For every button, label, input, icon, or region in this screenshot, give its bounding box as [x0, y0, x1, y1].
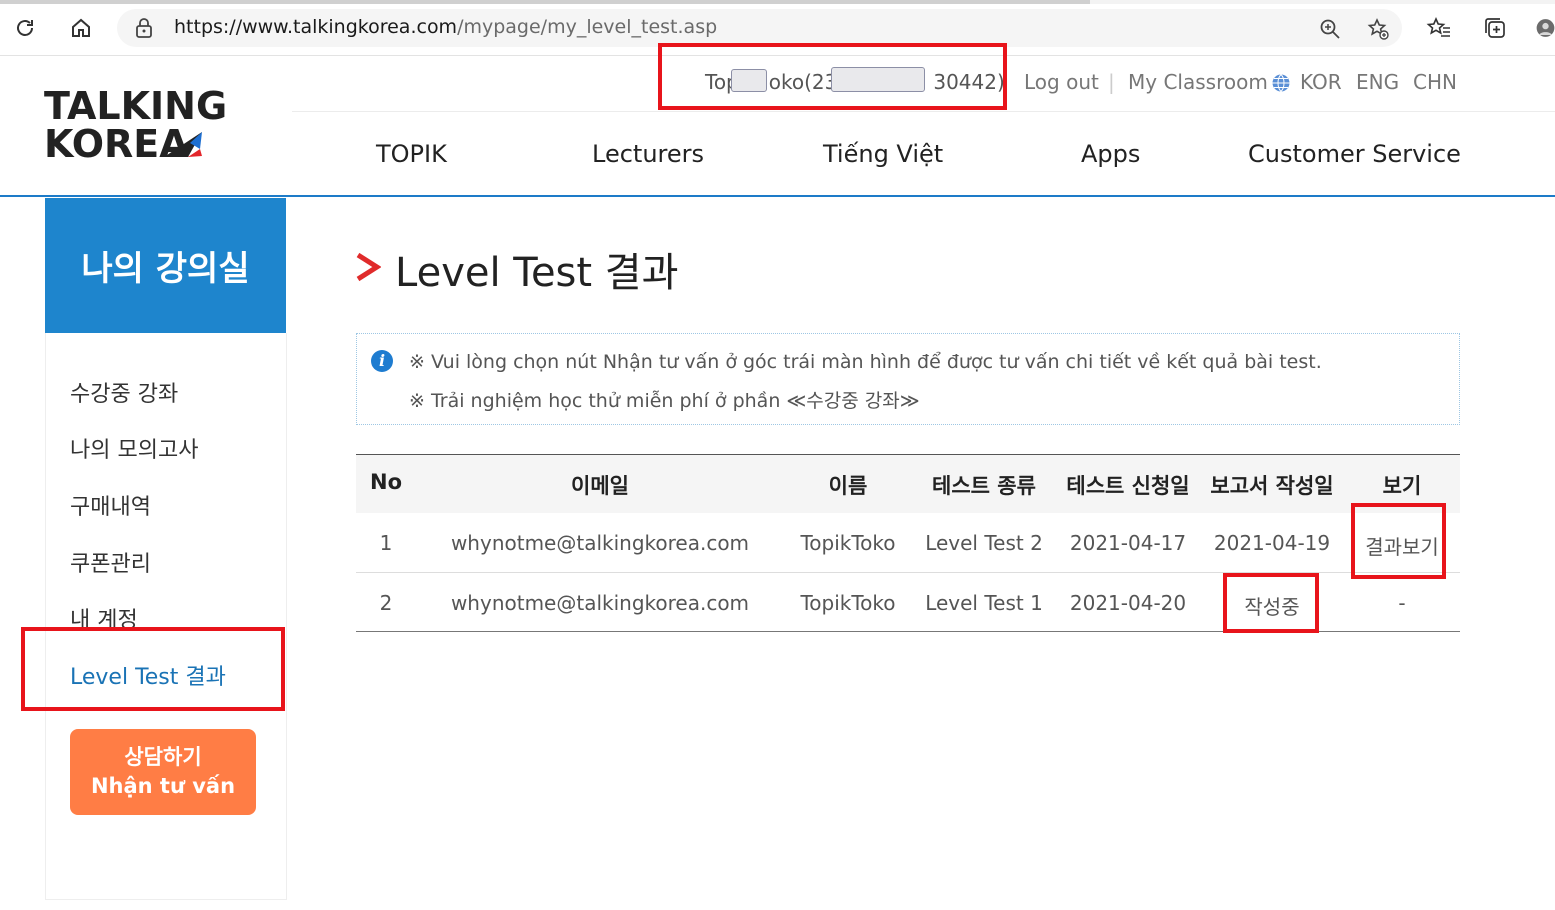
sidebar-item-purchases[interactable]: 구매내역 [70, 489, 151, 521]
profile-avatar[interactable] [1536, 13, 1555, 43]
chevron-right-icon [355, 246, 382, 292]
row2-test-type: Level Test 1 [925, 591, 1043, 615]
sidebar-item-mock-exams[interactable]: 나의 모의고사 [70, 432, 198, 464]
consult-label-ko: 상담하기 [124, 745, 202, 769]
nav-topik[interactable]: TOPIK [376, 140, 447, 168]
th-email: 이메일 [571, 474, 629, 498]
header-bottom-rule [0, 195, 1555, 197]
row2-name: TopikToko [800, 591, 896, 615]
logout-link[interactable]: Log out [1024, 70, 1099, 94]
nav-apps[interactable]: Apps [1081, 140, 1140, 168]
th-name: 이름 [828, 474, 868, 498]
row1-apply-date: 2021-04-17 [1069, 531, 1187, 555]
row2-apply-date: 2021-04-20 [1069, 591, 1187, 615]
favorites-icon[interactable] [1424, 13, 1454, 43]
lang-chn-link[interactable]: CHN [1413, 70, 1457, 94]
sidebar-item-coupons[interactable]: 쿠폰관리 [70, 546, 151, 578]
logo-line-1: TALKING [44, 84, 228, 128]
nav-lecturers[interactable]: Lecturers [592, 140, 704, 168]
talking-korea-logo[interactable]: TALKING KOREA [44, 87, 227, 163]
row1-test-type: Level Test 2 [925, 531, 1043, 555]
active-tab-indicator [0, 0, 1090, 4]
notice-line-1: ※ Vui lòng chọn nút Nhận tư vấn ở góc tr… [409, 351, 1322, 373]
th-report-date: 보고서 작성일 [1210, 474, 1334, 498]
highlight-level-test-menu [21, 627, 285, 711]
header-divider [292, 111, 1555, 112]
consult-button[interactable]: 상담하기 Nhận tư vấn [70, 729, 256, 815]
my-classroom-link[interactable]: My Classroom [1128, 70, 1268, 94]
logo-line-2: KOREA [44, 125, 227, 163]
notice-line-2: ※ Trải nghiệm học thử miễn phí ở phần ≪수… [409, 390, 920, 412]
row1-report-date: 2021-04-19 [1213, 531, 1331, 555]
nav-customer-service[interactable]: Customer Service [1248, 140, 1461, 168]
tab-strip [0, 0, 1555, 4]
th-test-type: 테스트 종류 [932, 474, 1036, 498]
row1-email: whynotme@talkingkorea.com [450, 531, 750, 555]
row1-name: TopikToko [800, 531, 896, 555]
url-text[interactable]: https://www.talkingkorea.com/mypage/my_l… [174, 16, 717, 38]
globe-icon [1271, 73, 1291, 98]
reload-icon[interactable] [9, 12, 41, 44]
collections-icon[interactable] [1480, 13, 1510, 43]
home-icon[interactable] [65, 12, 97, 44]
th-view: 보기 [1382, 474, 1422, 498]
add-favorite-icon[interactable] [1365, 16, 1391, 42]
highlight-user-account [658, 43, 1007, 110]
row2-view: - [1398, 591, 1406, 615]
row1-no: 1 [379, 531, 393, 555]
row2-email: whynotme@talkingkorea.com [450, 591, 750, 615]
nav-tieng-viet[interactable]: Tiếng Việt [823, 140, 943, 168]
consult-label-vi: Nhận tư vấn [90, 774, 236, 798]
util-separator: | [1108, 70, 1115, 94]
lang-kor-link[interactable]: KOR [1300, 70, 1342, 94]
lang-eng-link[interactable]: ENG [1356, 70, 1399, 94]
sidebar-item-current-courses[interactable]: 수강중 강좌 [70, 376, 178, 408]
info-icon: i [371, 350, 393, 372]
lock-icon[interactable] [135, 18, 153, 42]
page-title: Level Test 결과 [355, 240, 678, 298]
zoom-icon[interactable] [1317, 16, 1343, 42]
sidebar-title: 나의 강의실 [45, 198, 286, 333]
row2-no: 2 [379, 591, 393, 615]
logo-flag-icon [164, 132, 202, 157]
th-apply-date: 테스트 신청일 [1066, 474, 1190, 498]
th-no: No [369, 470, 403, 494]
notice-box: i ※ Vui lòng chọn nút Nhận tư vấn ở góc … [356, 333, 1460, 425]
highlight-view-result [1351, 503, 1446, 579]
highlight-in-progress [1223, 573, 1319, 633]
address-bar[interactable]: https://www.talkingkorea.com/mypage/my_l… [117, 9, 1402, 47]
